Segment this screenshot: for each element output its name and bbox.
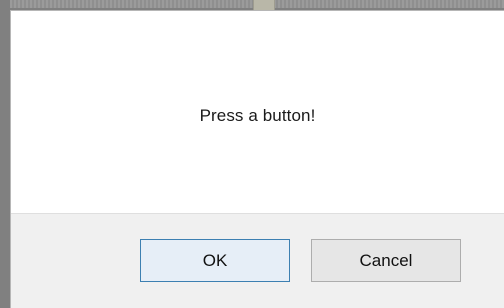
background-window-tab xyxy=(253,0,275,10)
ok-button[interactable]: OK xyxy=(140,239,290,282)
confirm-dialog: Press a button! OK Cancel xyxy=(10,10,504,308)
dialog-message-area: Press a button! xyxy=(11,11,504,213)
dialog-button-bar: OK Cancel xyxy=(11,213,504,308)
cancel-button[interactable]: Cancel xyxy=(311,239,461,282)
dialog-message: Press a button! xyxy=(199,106,316,125)
